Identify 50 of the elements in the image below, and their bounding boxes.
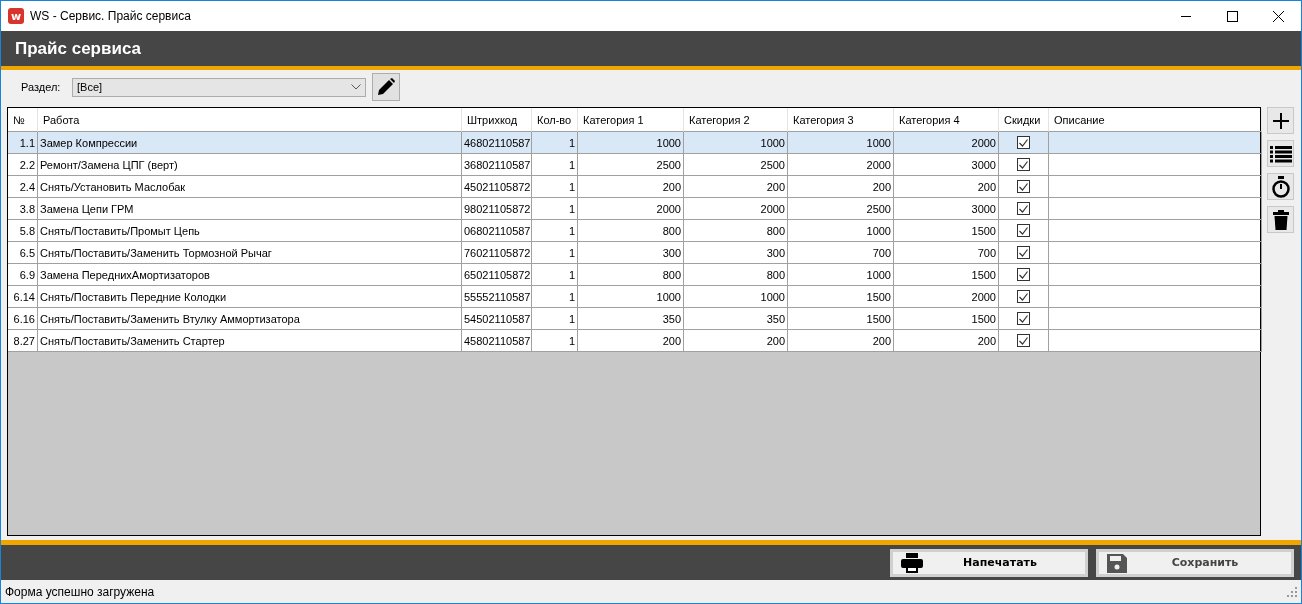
table-cell: 200 <box>788 330 894 352</box>
table-row[interactable]: 2.2 Ремонт/Замена ЦПГ (верт) 36802110587 1 2500 2500 2000 3000 <box>8 154 1260 176</box>
maximize-icon <box>1226 10 1238 22</box>
checkbox[interactable] <box>1017 246 1030 259</box>
table-row[interactable]: 6.5 Снять/Поставить/Заменить Тормозной Рычаг 76021105872 1 300 300 700 700 <box>8 242 1260 264</box>
table-cell: 8.27 <box>8 330 38 352</box>
checkbox[interactable] <box>1017 202 1030 215</box>
close-icon <box>1272 10 1284 22</box>
chevron-down-icon <box>351 84 361 90</box>
checkbox[interactable] <box>1017 158 1030 171</box>
resize-grip-icon <box>1287 586 1297 597</box>
table-cell: 1 <box>532 330 578 352</box>
table-row[interactable]: 6.14 Снять/Поставить Передние Колодки 55552110587 1 1000 1000 1500 2000 <box>8 286 1260 308</box>
table-cell: 45802110587 <box>462 330 532 352</box>
checkbox[interactable] <box>1017 290 1030 303</box>
printer-icon <box>901 552 923 573</box>
checkbox[interactable] <box>1017 224 1030 237</box>
checkbox[interactable] <box>1017 334 1030 347</box>
trash-icon <box>1272 209 1289 230</box>
table-cell: 200 <box>894 330 999 352</box>
table-row[interactable]: 3.8 Замена Цепи ГРМ 98021105872 1 2000 2000 2500 3000 <box>8 198 1260 220</box>
section-dropdown[interactable]: [Все] <box>72 77 366 97</box>
table-row[interactable]: 6.16 Снять/Поставить/Заменить Втулку Аммортизатора 54502110587 1 350 350 1500 1500 <box>8 308 1260 330</box>
table-row[interactable]: 6.9 Замена ПереднихАмортизаторов 65021105872 1 800 800 1000 1500 <box>8 264 1260 286</box>
plus-icon <box>1271 111 1290 130</box>
stopwatch-button[interactable] <box>1267 173 1294 200</box>
table-cell: Снять/Поставить/Заменить Стартер <box>38 330 462 352</box>
edit-button[interactable] <box>372 73 400 101</box>
print-button[interactable]: Напечатать <box>890 548 1088 577</box>
stopwatch-icon <box>1270 175 1291 198</box>
window-title: WS - Сервис. Прайс сервиса <box>30 9 191 23</box>
section-label: Раздел: <box>21 81 62 93</box>
checkbox[interactable] <box>1017 312 1030 325</box>
list-icon <box>1269 144 1292 163</box>
add-button[interactable] <box>1267 107 1294 134</box>
table-row[interactable]: 5.8 Снять/Поставить/Промыт Цепь 06802110587 1 800 800 1000 1500 <box>8 220 1260 242</box>
status-text: Форма успешно загружена <box>5 584 155 599</box>
pencil-icon <box>376 77 396 97</box>
table-row[interactable]: 1.1 Замер Компрессии 46802110587 1 1000 1000 1000 2000 <box>8 132 1260 154</box>
checkbox[interactable] <box>1017 136 1030 149</box>
page-title: Прайс сервиса <box>15 38 141 59</box>
table-row[interactable]: 8.27 Снять/Поставить/Заменить Стартер 45802110587 1 200 200 200 200 <box>8 330 1260 352</box>
table-row[interactable]: 2.4 Снять/Установить Маслобак 45021105872 1 200 200 200 200 <box>8 176 1260 198</box>
table-cell: 200 <box>578 330 684 352</box>
list-button[interactable] <box>1267 140 1294 167</box>
table-cell: 200 <box>684 330 788 352</box>
app-logo-icon: w <box>8 8 24 24</box>
checkbox[interactable] <box>1017 180 1030 193</box>
checkbox[interactable] <box>1017 268 1030 281</box>
delete-button[interactable] <box>1267 206 1294 233</box>
